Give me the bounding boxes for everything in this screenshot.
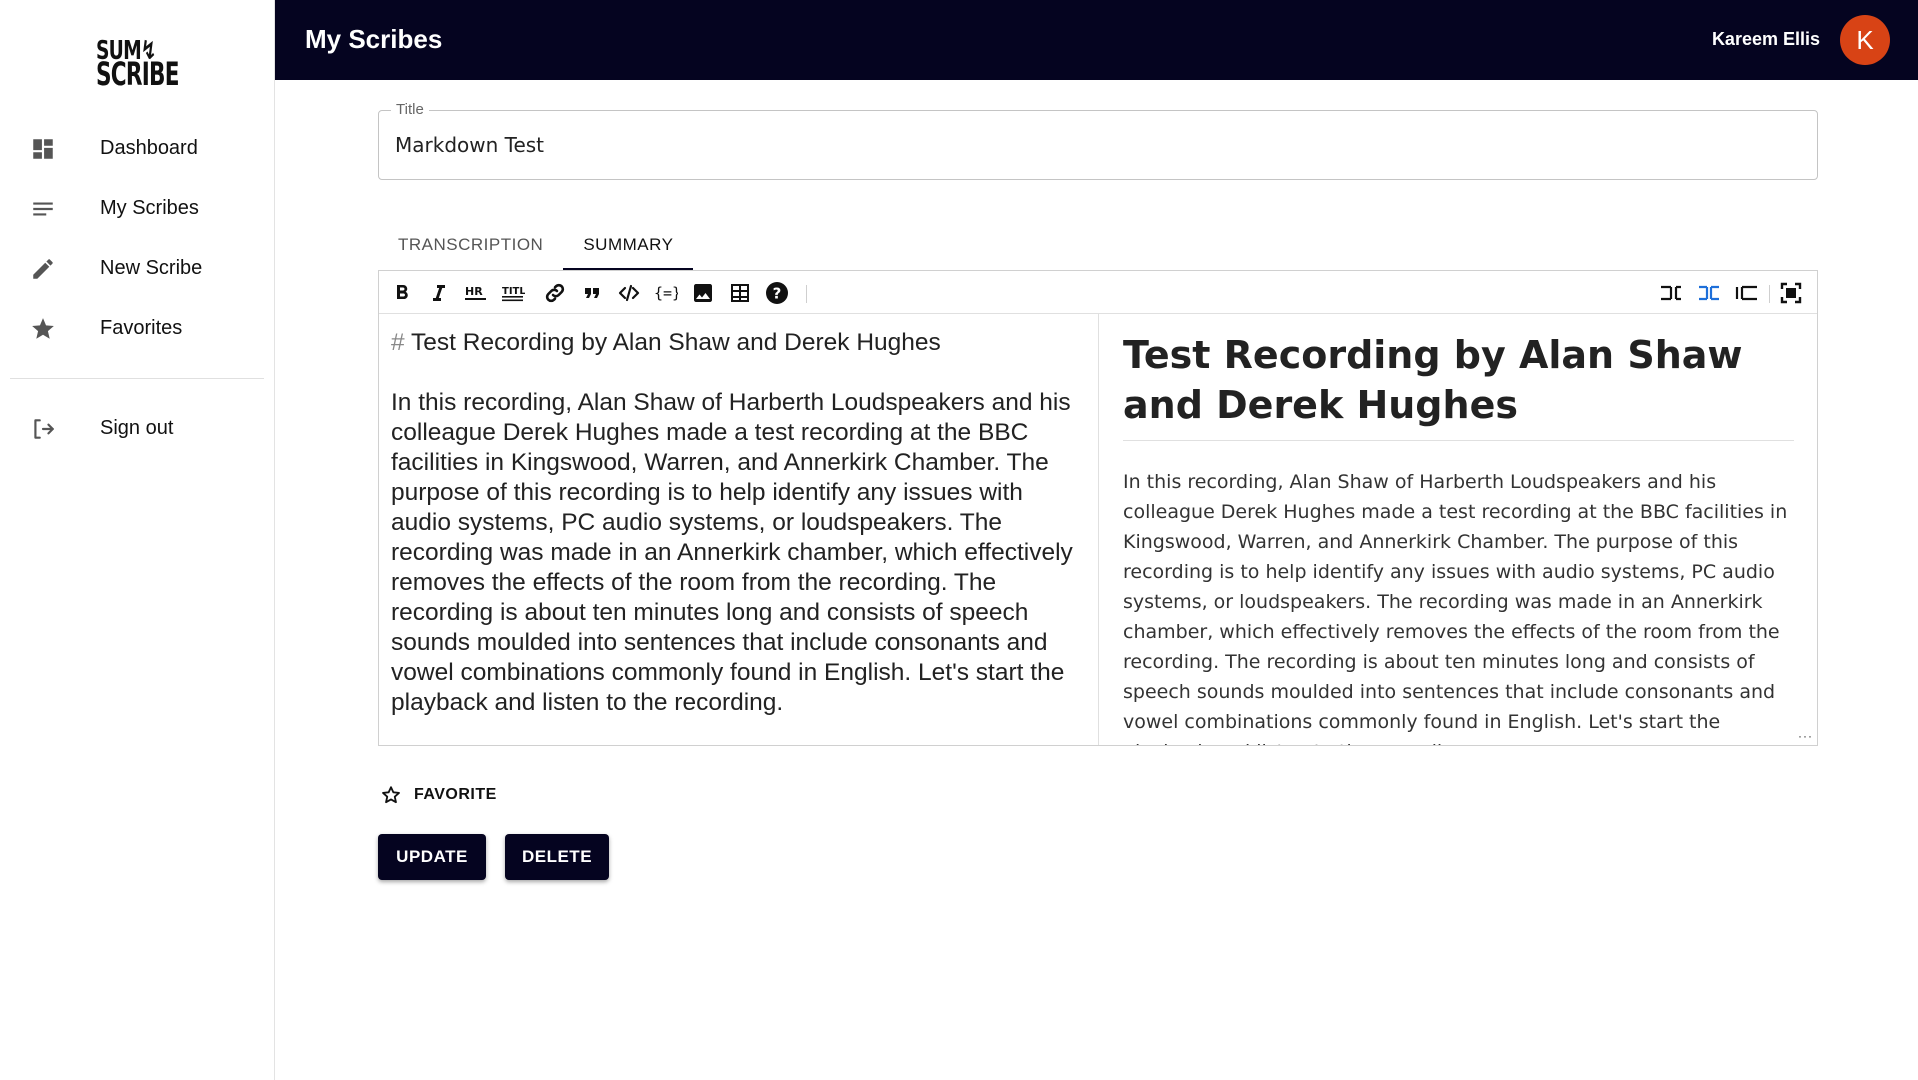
code-block-icon[interactable]: {=}	[652, 279, 680, 307]
toolbar-separator	[806, 285, 807, 303]
svg-text:{=}: {=}	[654, 284, 678, 302]
heading-marker: #	[391, 329, 405, 356]
resize-handle-icon[interactable]: ···	[1798, 729, 1813, 743]
star-outline-icon	[380, 784, 402, 806]
star-icon	[30, 316, 56, 342]
preview-body-text: In this recording, Alan Shaw of Harberth…	[1123, 471, 1788, 745]
sidebar-item-label: New Scribe	[100, 256, 203, 279]
sidebar-item-label: My Scribes	[100, 196, 199, 219]
sidebar-item-label: Dashboard	[100, 136, 198, 159]
bold-icon[interactable]	[388, 279, 416, 307]
list-icon	[30, 196, 56, 222]
title-icon[interactable]: TITL	[499, 279, 527, 307]
markdown-heading-text: Test Recording by Alan Shaw and Derek Hu…	[411, 329, 941, 356]
markdown-preview-pane: Test Recording by Alan Shaw and Derek Hu…	[1100, 314, 1817, 745]
sidebar-divider	[10, 378, 264, 379]
link-icon[interactable]	[541, 279, 569, 307]
markdown-source-pane[interactable]: # Test Recording by Alan Shaw and Derek …	[379, 314, 1099, 745]
sidebar-item-new-scribe[interactable]: New Scribe	[0, 238, 265, 298]
svg-text:HR: HR	[465, 285, 483, 298]
title-field[interactable]: Title	[378, 101, 1818, 180]
svg-text:TITL: TITL	[502, 286, 525, 297]
markdown-heading-line: # Test Recording by Alan Shaw and Derek …	[391, 328, 1086, 358]
sidebar: SUM↯ SCRIBE Dashboard My Scribes New Scr…	[0, 0, 275, 1080]
sidebar-item-favorites[interactable]: Favorites	[0, 298, 265, 358]
sidebar-nav: Dashboard My Scribes New Scribe Favorite…	[0, 118, 265, 358]
edit-mode-icon[interactable]	[1657, 279, 1685, 307]
avatar[interactable]: K	[1840, 15, 1890, 65]
update-button[interactable]: UPDATE	[378, 834, 486, 880]
image-icon[interactable]	[689, 279, 717, 307]
markdown-editor: HR TITL {=} ?	[378, 270, 1818, 746]
quote-icon[interactable]	[578, 279, 606, 307]
logo-line-2: SCRIBE	[96, 55, 180, 93]
italic-icon[interactable]	[425, 279, 453, 307]
editor-tabs: TRANSCRIPTION SUMMARY	[378, 220, 694, 270]
delete-button[interactable]: DELETE	[505, 834, 609, 880]
favorite-label: FAVORITE	[414, 786, 497, 803]
fullscreen-icon[interactable]	[1777, 279, 1805, 307]
sidebar-item-my-scribes[interactable]: My Scribes	[0, 178, 265, 238]
live-mode-icon[interactable]	[1695, 279, 1723, 307]
title-input[interactable]	[395, 129, 1795, 161]
user-name: Kareem Ellis	[1711, 29, 1820, 49]
pencil-icon	[30, 256, 56, 282]
sign-out-label: Sign out	[100, 416, 174, 439]
title-field-label: Title	[391, 101, 429, 118]
page-title: My Scribes	[305, 24, 443, 54]
dashboard-icon	[30, 136, 56, 162]
tab-transcription[interactable]: TRANSCRIPTION	[378, 220, 563, 270]
editor-toolbar: HR TITL {=} ?	[379, 271, 1817, 314]
toolbar-separator	[1769, 285, 1770, 303]
preview-mode-icon[interactable]	[1733, 279, 1761, 307]
tab-summary[interactable]: SUMMARY	[563, 220, 694, 270]
sidebar-item-dashboard[interactable]: Dashboard	[0, 118, 265, 178]
sumscribe-logo[interactable]: SUM↯ SCRIBE	[96, 38, 180, 92]
preview-heading: Test Recording by Alan Shaw and Derek Hu…	[1123, 330, 1794, 441]
svg-text:?: ?	[773, 285, 782, 303]
horizontal-rule-icon[interactable]: HR	[462, 279, 490, 307]
markdown-body-text: In this recording, Alan Shaw of Harberth…	[391, 389, 1073, 716]
top-app-bar: My Scribes Kareem Ellis K	[275, 0, 1918, 80]
table-icon[interactable]	[726, 279, 754, 307]
sidebar-item-label: Favorites	[100, 316, 183, 339]
code-icon[interactable]	[615, 279, 643, 307]
logout-icon	[30, 416, 56, 442]
help-icon[interactable]: ?	[763, 279, 791, 307]
favorite-toggle[interactable]: FAVORITE	[380, 780, 497, 810]
sign-out-button[interactable]: Sign out	[0, 398, 265, 458]
